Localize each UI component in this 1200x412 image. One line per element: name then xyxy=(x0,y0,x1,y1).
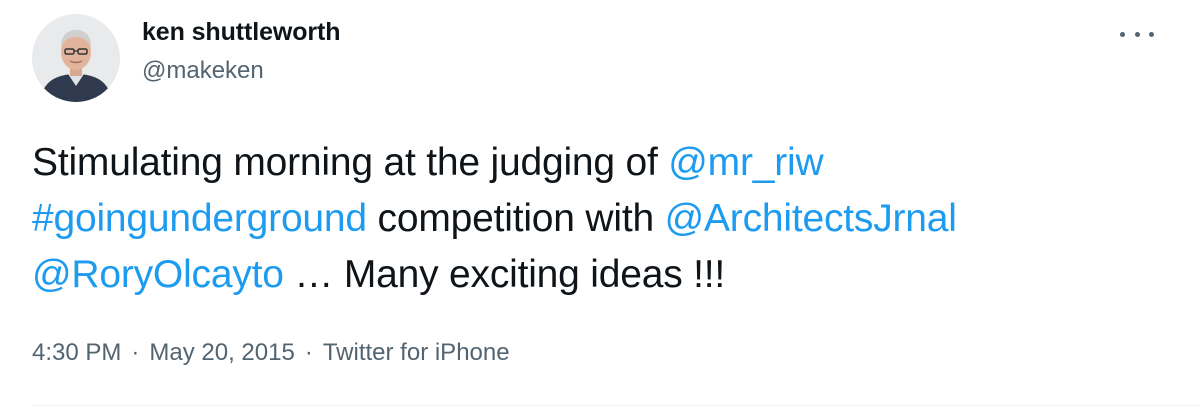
tweet-card: ken shuttleworth @makeken Stimulating mo… xyxy=(0,0,1200,412)
tweet-header: ken shuttleworth @makeken xyxy=(32,14,341,102)
mention-link[interactable]: @mr_riw xyxy=(668,141,823,184)
mention-link[interactable]: @ArchitectsJrnal xyxy=(665,197,957,240)
tweet-time[interactable]: 4:30 PM xyxy=(32,339,121,366)
user-info: ken shuttleworth @makeken xyxy=(142,16,341,87)
author-display-name[interactable]: ken shuttleworth xyxy=(142,16,341,48)
avatar[interactable] xyxy=(32,14,120,102)
tweet-text-segment: … Many exciting ideas !!! xyxy=(283,253,726,296)
divider xyxy=(32,405,1200,406)
hashtag-link[interactable]: #goingunderground xyxy=(32,197,367,240)
avatar-image xyxy=(32,14,120,102)
mention-link[interactable]: @RoryOlcayto xyxy=(32,253,284,296)
more-dot xyxy=(1149,31,1154,37)
meta-separator: · xyxy=(304,339,313,366)
meta-separator: · xyxy=(131,339,140,366)
tweet-metadata: 4:30 PM · May 20, 2015 · Twitter for iPhone xyxy=(32,337,510,369)
more-dot xyxy=(1134,31,1140,37)
more-horizontal-icon xyxy=(1120,31,1125,37)
author-handle[interactable]: @makeken xyxy=(142,55,340,87)
more-options-button[interactable] xyxy=(1120,24,1154,44)
tweet-text-segment: Stimulating morning at the judging of xyxy=(32,141,669,184)
tweet-text: Stimulating morning at the judging of @m… xyxy=(32,135,1162,303)
tweet-date[interactable]: May 20, 2015 xyxy=(149,339,294,366)
tweet-source[interactable]: Twitter for iPhone xyxy=(323,339,510,366)
tweet-text-segment: competition with xyxy=(366,197,665,240)
